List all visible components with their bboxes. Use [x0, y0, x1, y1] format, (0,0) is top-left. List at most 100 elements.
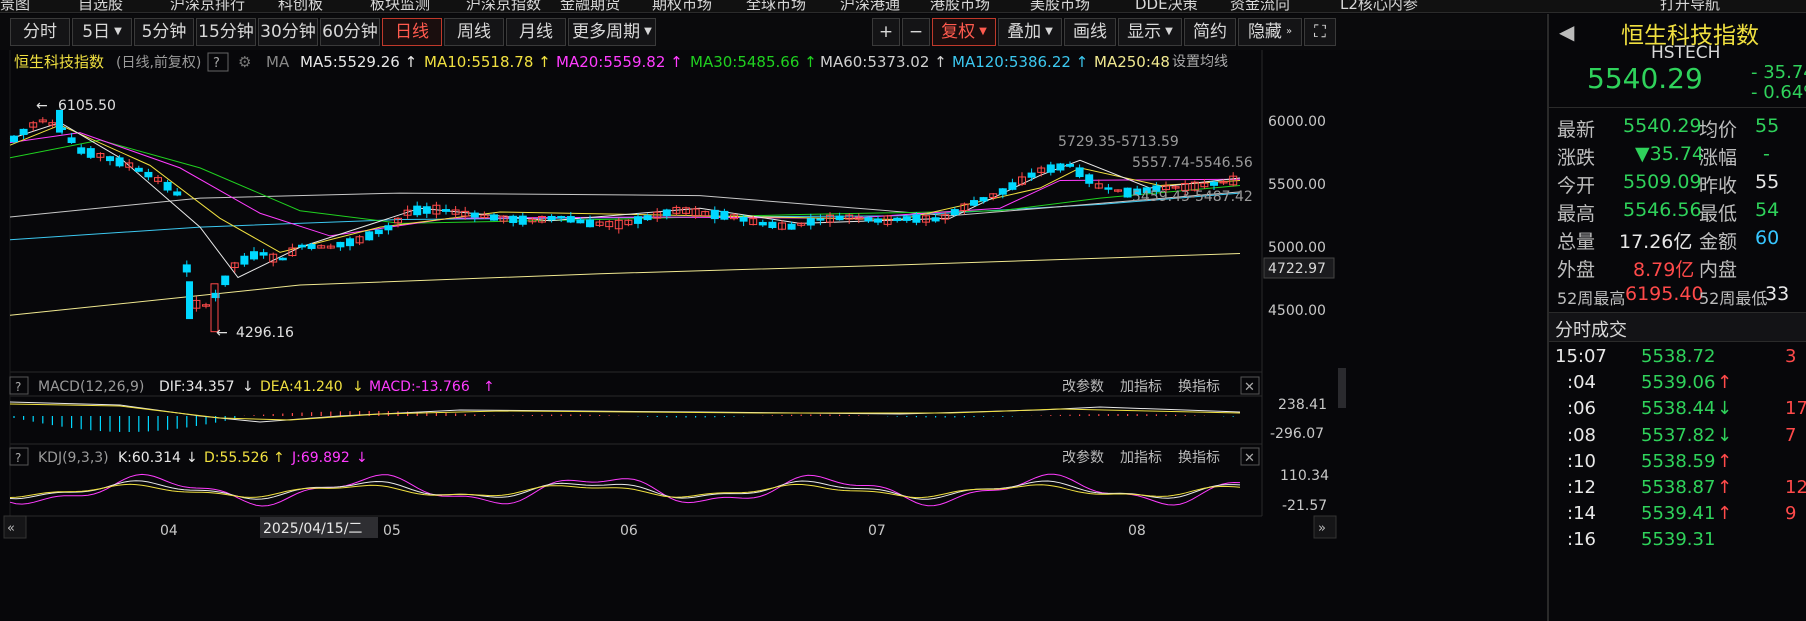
overlay-button[interactable]: 叠加 ▼ [998, 18, 1062, 46]
candle-body [278, 257, 287, 261]
range-annotation-3: 5459.43-5487.42 [1132, 189, 1253, 205]
up-arrow-icon: ↑ [273, 450, 285, 466]
ticks-title: 分时成交 [1555, 320, 1627, 341]
fullscreen-button[interactable]: ⛶ [1304, 18, 1336, 46]
candle-body [10, 135, 18, 143]
candle-body [1008, 182, 1017, 190]
gear-icon[interactable]: ⚙ [238, 53, 251, 71]
nav-item[interactable]: 金融期货 [560, 0, 620, 12]
candle-body [643, 215, 652, 221]
nav-item[interactable]: 打开导航 [1660, 0, 1720, 12]
field-label: 均价 [1699, 119, 1738, 141]
caret-down-icon: ▼ [1165, 26, 1173, 37]
nav-item[interactable]: 板块监测 [370, 0, 430, 12]
candle-body [739, 216, 748, 222]
kdj-d-line [9, 483, 1241, 499]
ma-settings-link[interactable]: 设置均线 [1172, 54, 1228, 70]
tick-time: :12 [1567, 477, 1596, 498]
nav-item[interactable]: 全球市场 [746, 0, 806, 12]
tick-price: 5538.59 [1641, 450, 1716, 472]
range-annotation-2: 5557.74-5546.56 [1132, 155, 1253, 171]
tick-price: 5539.31 [1641, 529, 1716, 551]
ma250-line [9, 253, 1241, 316]
collapse-left-icon[interactable]: ◀ [1559, 20, 1574, 44]
tick-time: 15:07 [1555, 346, 1607, 367]
macd-dea: DEA:41.240 [260, 379, 343, 395]
field-label: 内盘 [1699, 259, 1738, 281]
candle-body [509, 215, 518, 224]
nav-item[interactable]: 科创板 [278, 0, 323, 12]
low-annotation: 4296.16 [236, 325, 294, 341]
simple-button[interactable]: 简约 [1184, 18, 1236, 46]
candle-body [250, 251, 258, 260]
panel-collapse-handle[interactable] [1338, 368, 1346, 408]
period-button[interactable]: 5分钟 [134, 18, 194, 46]
kdj-name: KDJ(9,3,3) [38, 450, 109, 466]
nav-item[interactable]: DDE决策 [1135, 0, 1198, 12]
nav-item[interactable]: 资金流向 [1230, 0, 1290, 12]
tick-time: :08 [1567, 424, 1596, 446]
switch-indicator-button[interactable]: 换指标 [1178, 378, 1220, 395]
nav-item[interactable]: 沪深京指数 [466, 0, 541, 12]
candle-body [182, 264, 191, 273]
candle-body [413, 205, 422, 216]
field-value: 55 [1755, 171, 1780, 193]
candle-body [864, 217, 873, 222]
field-label: 最新 [1557, 119, 1596, 141]
zoom-in-button[interactable]: + [872, 18, 900, 46]
hide-label: 隐藏 [1247, 22, 1282, 42]
nav-item[interactable]: L2核心内参 [1340, 0, 1418, 12]
add-indicator-button[interactable]: 加指标 [1120, 450, 1162, 466]
quote-panel: ◀ 恒生科技指数 HSTECH 5540.29 - 35.74 - 0.64% … [1547, 14, 1806, 621]
tick-row: :16 5539.31 [1549, 529, 1806, 555]
edit-params-button[interactable]: 改参数 [1062, 378, 1104, 395]
period-button[interactable]: 60分钟 [320, 18, 380, 46]
tick-volume: 3 [1785, 346, 1797, 367]
ma60-line [9, 191, 1241, 218]
kdj-axis-top: 110.34 [1280, 468, 1329, 484]
double-chevron-left-icon: « [7, 521, 15, 536]
nav-item[interactable]: 期权市场 [652, 0, 712, 12]
display-button[interactable]: 显示 ▼ [1118, 18, 1182, 46]
zoom-out-button[interactable]: − [902, 18, 930, 46]
close-icon: ✕ [1244, 380, 1255, 395]
kline-chart[interactable]: 恒生科技指数 (日线,前复权) ? ⚙ MA MA5:5529.26 ↑ MA10… [0, 50, 1546, 621]
candle-body [970, 200, 978, 206]
more-periods-button[interactable]: 更多周期 ▼ [568, 18, 656, 46]
candle-body [77, 147, 86, 154]
candle-body [1027, 172, 1036, 178]
period-button[interactable]: 周线 [444, 18, 504, 46]
ticks-header: 分时成交 [1549, 312, 1806, 342]
candle-body [134, 167, 143, 172]
nav-item[interactable]: 沪深京排行 [170, 0, 245, 12]
nav-item[interactable]: 沪深港通 [840, 0, 900, 12]
add-indicator-button[interactable]: 加指标 [1120, 379, 1162, 395]
period-button[interactable]: 30分钟 [258, 18, 318, 46]
field-label: 涨幅 [1699, 147, 1738, 169]
period-button[interactable]: 15分钟 [196, 18, 256, 46]
period-daily-button[interactable]: 日线 [382, 18, 442, 46]
tick-row: :08 5537.82 ↓ 7 [1549, 425, 1806, 451]
field-label: 最低 [1699, 203, 1738, 225]
tick-volume: 17 [1785, 398, 1806, 420]
top-nav: 景图 自选股 沪深京排行 科创板 板块监测 沪深京指数 金融期货 期权市场 全球… [0, 0, 1806, 13]
overlay-label: 叠加 [1007, 22, 1042, 42]
adjust-button[interactable]: 复权 ▼ [932, 18, 996, 46]
nav-item[interactable]: 景图 [0, 0, 30, 12]
period-button[interactable]: 月线 [506, 18, 566, 46]
tick-price: 5539.41 [1641, 503, 1716, 525]
nav-item[interactable]: 港股市场 [930, 0, 990, 12]
tick-time: :10 [1567, 450, 1596, 472]
candle-body [173, 191, 182, 196]
candle-body [720, 210, 729, 220]
nav-item[interactable]: 自选股 [78, 0, 123, 12]
nav-item[interactable]: 美股市场 [1030, 0, 1090, 12]
edit-params-button[interactable]: 改参数 [1062, 449, 1104, 466]
switch-indicator-button[interactable]: 换指标 [1178, 449, 1220, 466]
period-5day-button[interactable]: 5日 ▼ [72, 18, 132, 46]
draw-line-button[interactable]: 画线 [1064, 18, 1116, 46]
ma-legend-item: MA20:5559.82 ↑ [556, 53, 683, 71]
hide-button[interactable]: 隐藏» [1238, 18, 1302, 46]
candle-body [662, 209, 671, 217]
period-button[interactable]: 分时 [10, 18, 70, 46]
